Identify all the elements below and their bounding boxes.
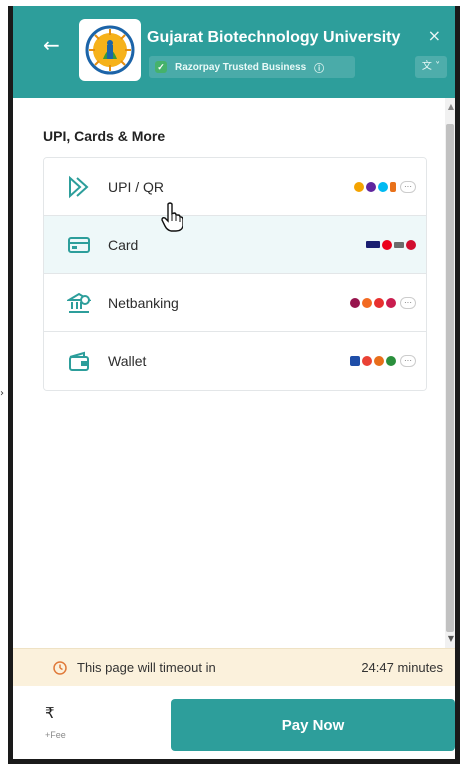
gpay-logo-icon xyxy=(354,181,364,192)
bhim-logo-icon xyxy=(390,181,396,192)
method-label: Card xyxy=(108,236,139,253)
checkout-header: ← Gujarat Biotechnology University × ✓ R… xyxy=(13,6,455,98)
upi-icon xyxy=(66,174,92,200)
trusted-badge: ✓ Razorpay Trusted Business ⓘ xyxy=(149,56,355,78)
logo-emblem-icon xyxy=(85,25,135,75)
timeout-text: This page will timeout in xyxy=(77,660,216,675)
method-label: Netbanking xyxy=(108,294,179,311)
bank-logos: ··· xyxy=(350,296,416,309)
pay-now-button[interactable]: Pay Now xyxy=(171,699,455,751)
hand-cursor-icon xyxy=(161,202,183,232)
card-icon xyxy=(66,232,92,258)
trusted-label: Razorpay Trusted Business xyxy=(175,61,307,73)
back-button[interactable]: ← xyxy=(43,34,65,56)
method-upi[interactable]: UPI / QR ··· xyxy=(44,158,426,216)
section-title: UPI, Cards & More xyxy=(43,128,166,144)
jio-logo-icon xyxy=(386,356,396,366)
icici-logo-icon xyxy=(362,297,372,308)
airtel-logo-icon xyxy=(362,356,372,366)
scroll-down-icon[interactable]: ▼ xyxy=(448,634,454,643)
fee-label: +Fee xyxy=(45,730,66,740)
timeout-banner: This page will timeout in 24:47 minutes xyxy=(13,648,455,686)
mobikwik-logo-icon xyxy=(350,356,360,366)
more-icon: ··· xyxy=(400,180,416,193)
merchant-title: Gujarat Biotechnology University xyxy=(147,29,401,46)
visa-logo-icon xyxy=(366,241,380,248)
clock-icon xyxy=(53,660,67,675)
timeout-time: 24:47 minutes xyxy=(361,660,443,675)
paytm-logo-icon xyxy=(378,181,388,192)
wallet-logos: ··· xyxy=(350,355,416,367)
scrollbar-thumb[interactable] xyxy=(446,124,454,632)
mastercard-logo-icon xyxy=(382,239,392,250)
freecharge-logo-icon xyxy=(374,356,384,366)
method-netbanking[interactable]: Netbanking ··· xyxy=(44,274,426,332)
checkout-footer: ₹ +Fee Pay Now xyxy=(13,686,455,759)
rupay-logo-icon xyxy=(406,239,416,250)
amount-currency: ₹ xyxy=(45,704,55,722)
more-icon: ··· xyxy=(400,355,416,367)
phonepe-logo-icon xyxy=(366,181,376,192)
method-label: UPI / QR xyxy=(108,178,165,195)
card-network-logos xyxy=(366,239,416,250)
method-card[interactable]: Card xyxy=(44,216,426,274)
more-icon: ··· xyxy=(400,296,416,309)
language-button[interactable]: 文 ˅ xyxy=(415,56,447,78)
method-wallet[interactable]: Wallet ··· xyxy=(44,332,426,390)
edge-arrow: › xyxy=(0,388,4,399)
axis-logo-icon xyxy=(350,297,360,308)
info-icon[interactable]: ⓘ xyxy=(314,60,324,75)
method-label: Wallet xyxy=(108,353,147,369)
close-button[interactable]: × xyxy=(428,26,441,45)
payment-methods-list: UPI / QR ··· Card Netbanking ··· Wallet … xyxy=(43,157,427,391)
checkout-window: ← Gujarat Biotechnology University × ✓ R… xyxy=(8,6,460,764)
amex-logo-icon xyxy=(394,241,404,248)
kotak-logo-icon xyxy=(374,297,384,308)
scroll-up-icon[interactable]: ▲ xyxy=(448,102,454,111)
upi-app-logos: ··· xyxy=(354,180,416,193)
yes-bank-logo-icon xyxy=(386,297,396,308)
wallet-icon xyxy=(66,348,92,374)
check-icon: ✓ xyxy=(155,61,167,73)
university-logo xyxy=(79,19,141,81)
bank-icon xyxy=(66,290,92,316)
